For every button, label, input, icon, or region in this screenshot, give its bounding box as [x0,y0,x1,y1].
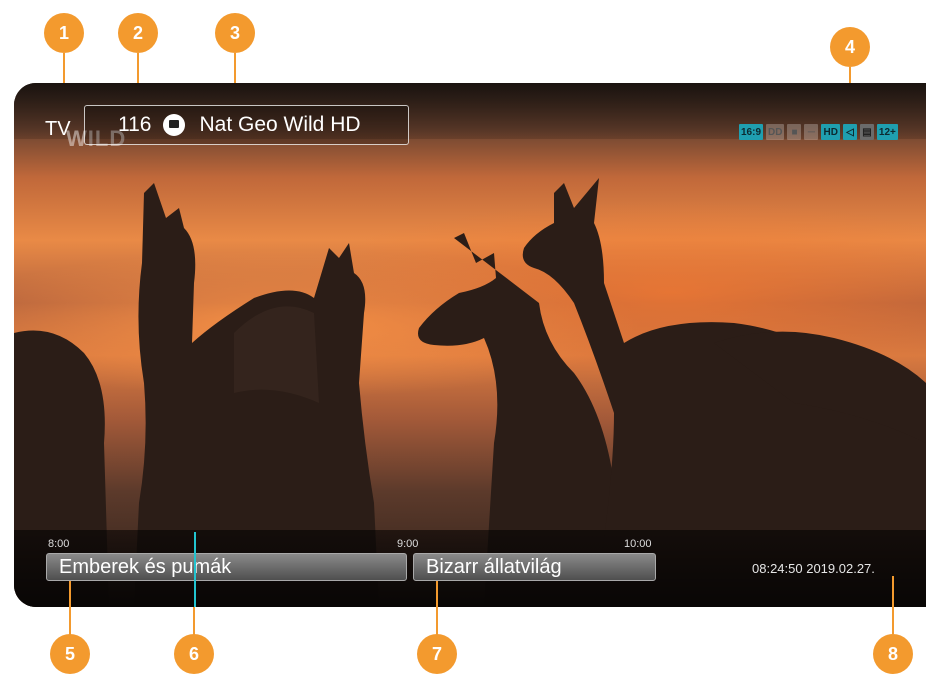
aspect-16-9-icon: 16:9 [739,124,764,140]
lock-icon: ■ [787,124,802,140]
vicuna-silhouettes [14,178,926,607]
callout-marker-1: 1 [44,13,84,53]
callout-line-7 [436,581,438,635]
program-next[interactable]: Bizarr állatvilág [413,553,656,581]
callout-marker-5: 5 [50,634,90,674]
program-current[interactable]: Emberek és pumák [46,553,407,581]
channel-info-box[interactable]: 116 Nat Geo Wild HD [84,105,409,145]
callout-marker-8: 8 [873,634,913,674]
callout-marker-6: 6 [174,634,214,674]
audio-icon: ◁ [842,124,857,140]
status-icons-bar: 16:9 DD ■ ─ HD ◁ ▤ 12+ [739,123,898,141]
callout-marker-4: 4 [830,27,870,67]
time-label-9: 9:00 [397,538,419,550]
hd-icon: HD [821,124,840,140]
callout-marker-3: 3 [215,13,255,53]
callout-line-8 [892,576,894,634]
current-time-indicator [194,532,196,607]
callout-line-5 [69,581,71,635]
callout-marker-7: 7 [417,634,457,674]
time-label-10: 10:00 [624,538,652,550]
time-label-8: 8:00 [48,538,70,550]
channel-number: 116 [118,113,152,136]
age-rating-icon: 12+ [876,124,898,140]
channel-type-icon [163,114,186,136]
callout-line-6 [193,607,195,635]
channel-name: Nat Geo Wild HD [199,113,361,136]
callout-marker-2: 2 [118,13,158,53]
teletext-icon: ▤ [859,124,874,140]
clock-datetime: 08:24:50 2019.02.27. [752,561,875,576]
subtitle-icon: ─ [804,124,819,140]
tv-screen [14,83,926,607]
dolby-icon: DD [766,124,785,140]
